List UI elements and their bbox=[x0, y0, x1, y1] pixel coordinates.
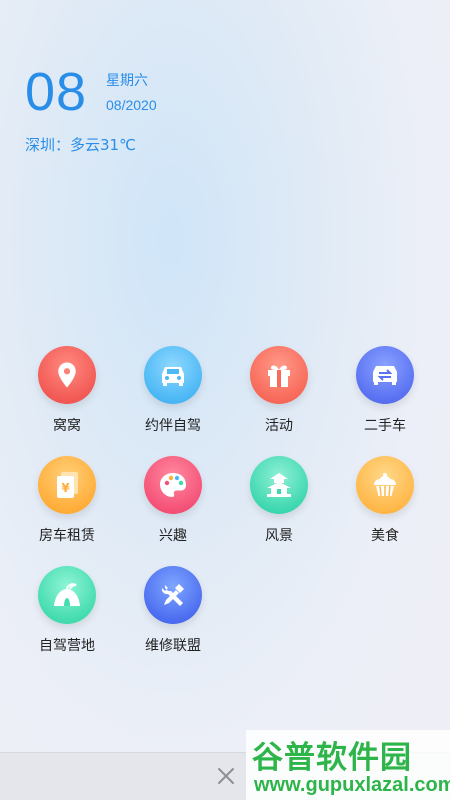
repair-tools-icon bbox=[144, 566, 202, 624]
svg-text:¥: ¥ bbox=[61, 481, 70, 495]
day-number: 08 bbox=[25, 62, 88, 122]
menu-label: 二手车 bbox=[364, 418, 406, 434]
gift-icon bbox=[250, 346, 308, 404]
menu-item-scenery[interactable]: 风景 bbox=[226, 456, 332, 546]
menu-label: 房车租赁 bbox=[39, 528, 95, 544]
tent-icon bbox=[38, 566, 96, 624]
menu-item-companion-drive[interactable]: 约伴自驾 bbox=[120, 346, 226, 436]
weekday-label: 星期六 bbox=[106, 73, 148, 89]
menu-item-wowo[interactable]: 窝窝 bbox=[14, 346, 120, 436]
watermark-title: 谷普软件园 bbox=[252, 740, 412, 776]
palette-icon bbox=[144, 456, 202, 514]
menu-item-food[interactable]: 美食 bbox=[332, 456, 438, 546]
weather-label: 深圳：多云31℃ bbox=[25, 136, 136, 154]
menu-label: 自驾营地 bbox=[39, 638, 95, 654]
menu-item-activity[interactable]: 活动 bbox=[226, 346, 332, 436]
menu-item-repair-alliance[interactable]: 维修联盟 bbox=[120, 566, 226, 656]
menu-item-used-car[interactable]: 二手车 bbox=[332, 346, 438, 436]
watermark: 谷普软件园 www.gupuxlazal.com bbox=[246, 730, 450, 800]
month-year-label: 08/2020 bbox=[106, 97, 157, 113]
close-button[interactable] bbox=[213, 763, 239, 789]
menu-label: 窝窝 bbox=[53, 418, 81, 434]
close-icon bbox=[218, 768, 234, 784]
location-pin-icon bbox=[38, 346, 96, 404]
menu-item-interest[interactable]: 兴趣 bbox=[120, 456, 226, 546]
rental-document-icon: ¥ bbox=[38, 456, 96, 514]
exchange-car-icon bbox=[356, 346, 414, 404]
watermark-url: www.gupuxlazal.com bbox=[254, 774, 450, 796]
menu-label: 美食 bbox=[371, 528, 399, 544]
menu-item-campsite[interactable]: 自驾营地 bbox=[14, 566, 120, 656]
menu-label: 风景 bbox=[265, 528, 293, 544]
menu-label: 活动 bbox=[265, 418, 293, 434]
cake-icon bbox=[356, 456, 414, 514]
menu-item-rv-rental[interactable]: ¥ 房车租赁 bbox=[14, 456, 120, 546]
menu-label: 约伴自驾 bbox=[145, 418, 201, 434]
pagoda-icon bbox=[250, 456, 308, 514]
menu-label: 兴趣 bbox=[159, 528, 187, 544]
car-icon bbox=[144, 346, 202, 404]
menu-label: 维修联盟 bbox=[145, 638, 201, 654]
